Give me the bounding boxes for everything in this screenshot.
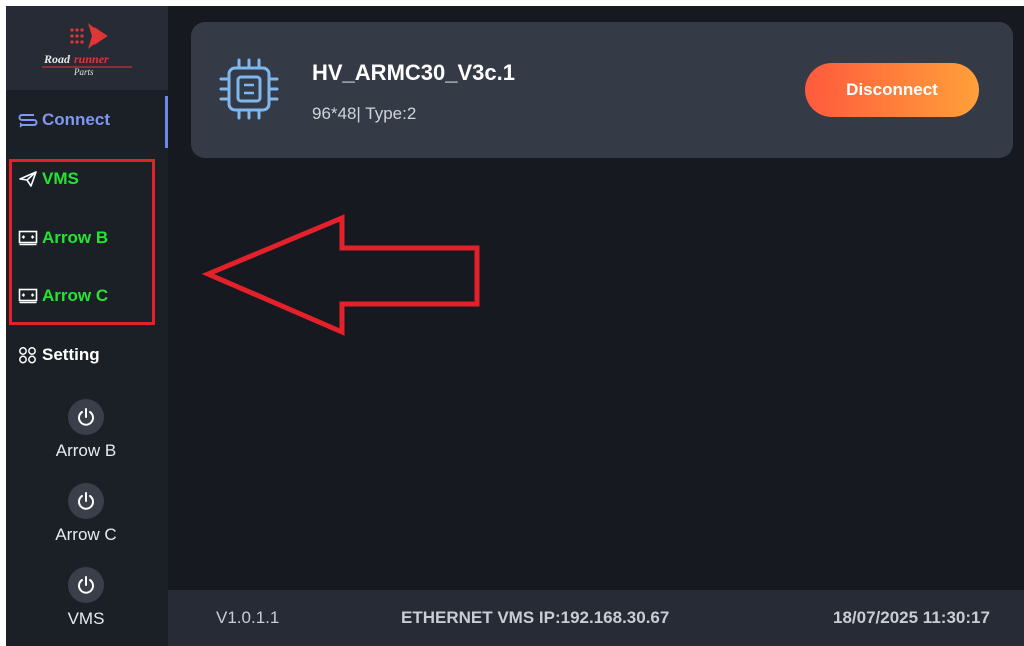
sidebar-item-label: VMS [42,169,79,188]
power-label: Arrow B [55,441,117,460]
power-toggle-arrow-b[interactable]: Arrow B [46,399,126,461]
app-version: V1.0.1.1 [216,608,280,627]
sidebar-item-label: Arrow C [42,286,109,305]
sidebar-item-vms[interactable]: VMS [6,153,166,205]
device-name: HV_ARMC30_V3c.1 [312,60,515,85]
ethernet-ip: ETHERNET VMS IP:192.168.30.67 [401,608,670,627]
device-card: HV_ARMC30_V3c.1 96*48| Type:2 Disconnect [191,22,1013,158]
disconnect-button[interactable]: Disconnect [805,63,979,117]
power-icon[interactable] [68,483,104,519]
power-toggle-arrow-c[interactable]: Arrow C [46,483,126,545]
sidebar: Road runner Parts Connect VMS Arrow B Ar… [6,6,168,646]
sidebar-item-arrow-b[interactable]: Arrow B [6,212,166,264]
sidebar-item-connect[interactable]: Connect [6,94,166,146]
device-info: 96*48| Type:2 [312,104,417,123]
svg-text:Parts: Parts [73,67,94,77]
date-time: 18/07/2025 11:30:17 [833,608,990,627]
svg-text:Road: Road [43,52,71,66]
svg-text:runner: runner [74,52,109,66]
send-icon [18,169,40,189]
sidebar-item-arrow-c[interactable]: Arrow C [6,270,166,322]
sidebar-item-setting[interactable]: Setting [6,329,166,381]
brand-logo: Road runner Parts [6,6,168,90]
power-icon[interactable] [68,399,104,435]
panel-icon [18,286,40,306]
status-bar: V1.0.1.1 ETHERNET VMS IP:192.168.30.67 1… [168,590,1024,646]
sidebar-item-label: Setting [42,345,100,364]
chip-icon [219,58,279,125]
power-label: Arrow C [55,525,117,544]
app-window: Road runner Parts Connect VMS Arrow B Ar… [6,6,1024,646]
panel-icon [18,228,40,248]
connect-icon [18,110,40,130]
logo-graphic: Road runner Parts [42,23,132,77]
power-label: VMS [67,609,105,628]
power-toggle-vms[interactable]: VMS [46,567,126,629]
sidebar-item-label: Connect [42,110,110,129]
sidebar-item-label: Arrow B [42,228,109,247]
active-indicator [165,96,168,148]
grid-icon [18,345,40,365]
power-icon[interactable] [68,567,104,603]
